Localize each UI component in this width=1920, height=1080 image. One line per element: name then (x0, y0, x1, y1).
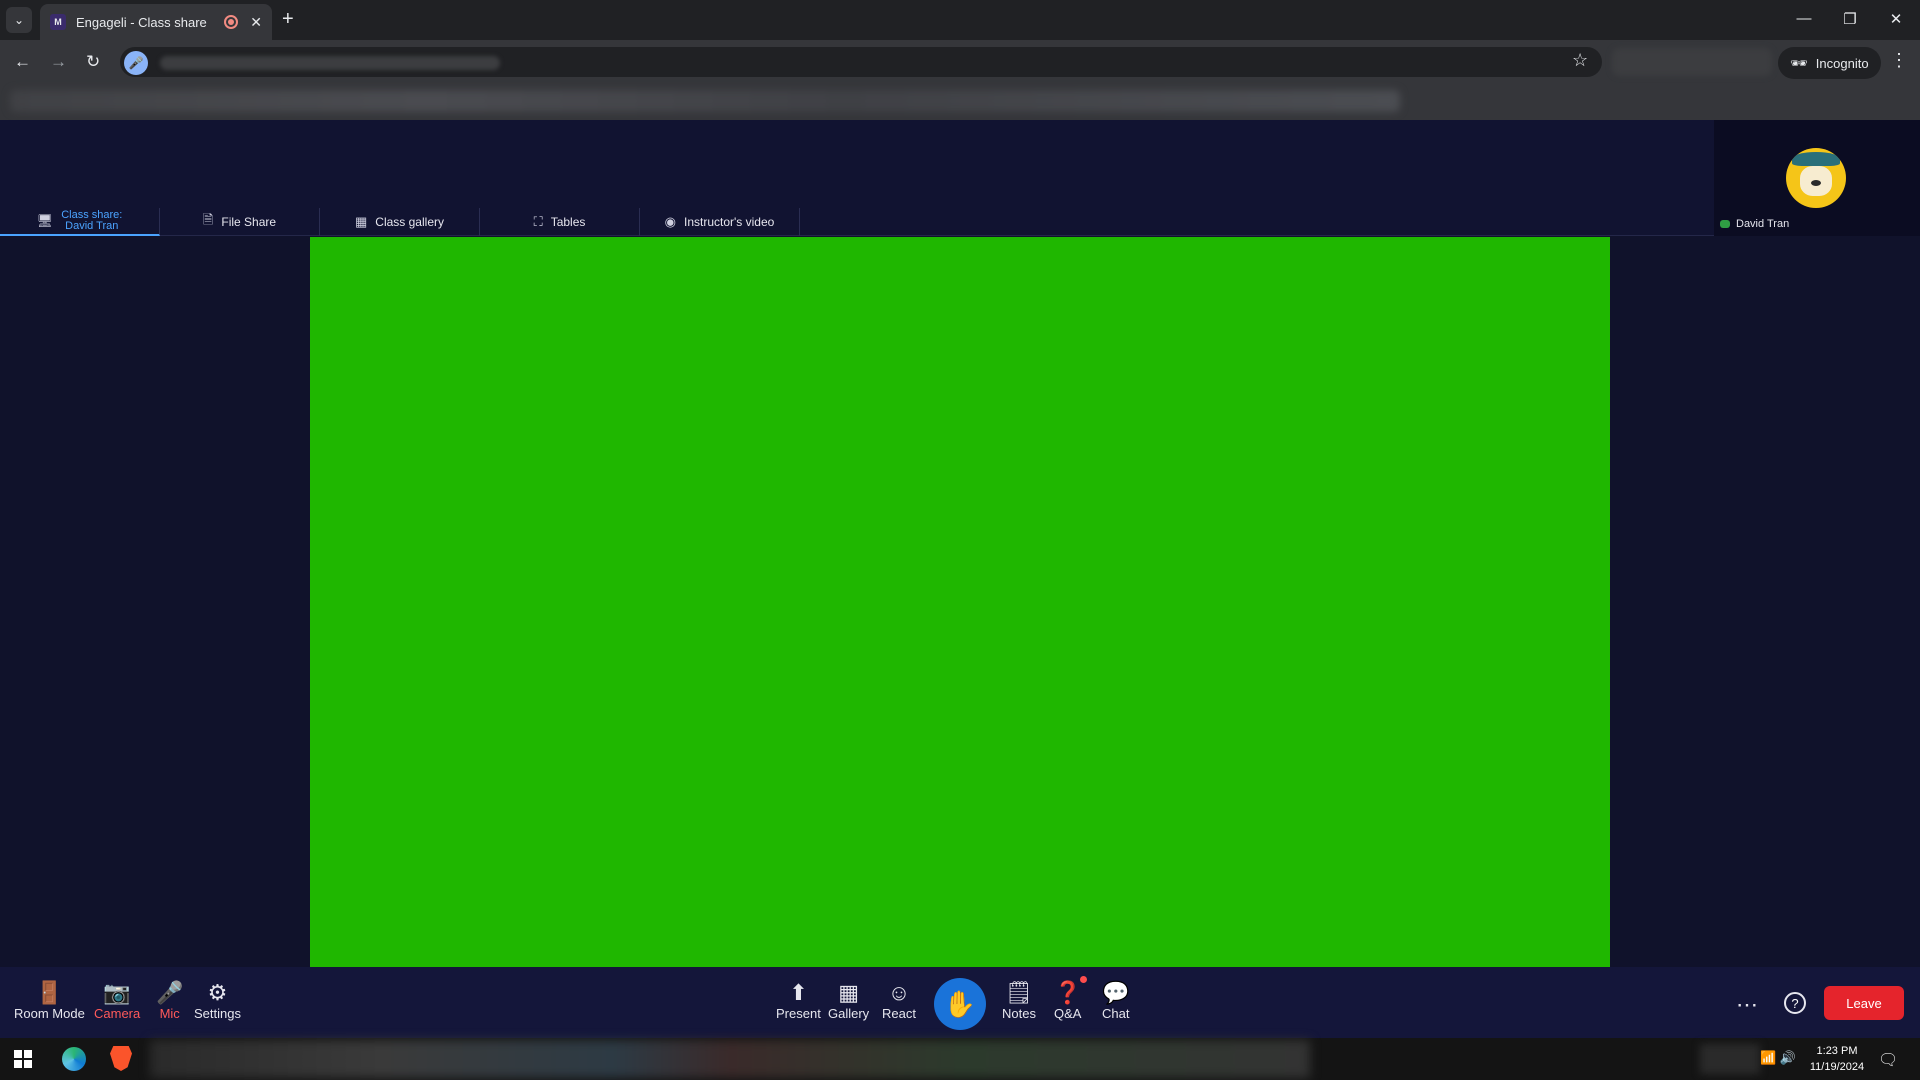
more-options-icon[interactable]: ⋯ (1736, 992, 1758, 1018)
network-volume-icons[interactable]: 📶 🔊 (1760, 1050, 1796, 1066)
minimize-window-icon[interactable]: — (1794, 10, 1814, 27)
notification-center-icon[interactable]: 🗨 (1878, 1050, 1898, 1070)
tab-class-share[interactable]: 🖥 Class share: David Tran (0, 208, 160, 236)
tab-class-gallery-label: Class gallery (375, 215, 444, 229)
expand-icon: ⛶ (533, 214, 543, 229)
tab-class-share-label: Class share: David Tran (61, 210, 122, 232)
notes-label: Notes (1002, 1006, 1036, 1021)
mic-button[interactable]: 🎤 Mic (156, 980, 183, 1021)
avatar (1786, 148, 1846, 208)
close-window-icon[interactable]: ✕ (1886, 10, 1906, 28)
notes-button[interactable]: 🗒 Notes (1002, 980, 1036, 1021)
gallery-button[interactable]: ▦ Gallery (828, 980, 869, 1021)
microphone-in-use-icon[interactable]: 🎤 (124, 51, 148, 75)
back-arrow-icon[interactable]: ← (14, 52, 31, 72)
url-text-redacted (160, 56, 500, 70)
browser-menu-icon[interactable]: ⋮ (1890, 50, 1908, 71)
tab-class-gallery[interactable]: ▦ Class gallery (320, 208, 480, 236)
present-icon: ⬆ (789, 980, 808, 1005)
gear-icon: ⚙ (207, 980, 228, 1005)
qa-notification-dot (1080, 976, 1087, 983)
present-label: Present (776, 1006, 821, 1021)
tab-title: Engageli - Class share (76, 14, 207, 30)
chat-bubble-icon: 💬 (1102, 980, 1130, 1005)
avatar-nose (1811, 180, 1821, 186)
react-button[interactable]: ☺ React (882, 980, 916, 1021)
participant-name-label: David Tran (1736, 218, 1790, 230)
recording-indicator-icon (224, 15, 239, 29)
system-clock[interactable]: 1:23 PM 11/19/2024 (1800, 1043, 1874, 1075)
grid-icon: ▦ (838, 980, 859, 1005)
tab-file-share[interactable]: 🗎 File Share (160, 208, 320, 236)
new-tab-button[interactable]: + (282, 8, 294, 31)
raise-hand-button[interactable]: ✋ (934, 978, 986, 1030)
taskbar-apps-redacted (150, 1040, 1310, 1078)
react-label: React (882, 1006, 916, 1021)
smiley-icon: ☺ (887, 980, 911, 1005)
restore-window-icon[interactable]: ❐ (1840, 10, 1860, 28)
tab-search-chevron-icon[interactable]: ⌄ (6, 7, 32, 33)
chat-label: Chat (1102, 1006, 1130, 1021)
forward-arrow-icon[interactable]: → (50, 52, 67, 72)
tab-tables[interactable]: ⛶ Tables (480, 208, 640, 236)
gallery-label: Gallery (828, 1006, 870, 1021)
room-mode-label: Room Mode (14, 1006, 85, 1021)
tab-instructors-video-label: Instructor's video (684, 215, 775, 229)
shared-screen-content (310, 237, 1610, 967)
present-button[interactable]: ⬆ Present (776, 980, 821, 1021)
tab-close-icon[interactable]: ✕ (250, 14, 262, 31)
mic-label: Mic (159, 1006, 180, 1021)
settings-button[interactable]: ⚙ Settings (194, 980, 241, 1021)
help-icon[interactable]: ? (1784, 992, 1806, 1014)
windows-start-icon[interactable] (14, 1050, 32, 1068)
qa-button[interactable]: ❓ Q&A (1054, 980, 1081, 1021)
avatar-hat (1792, 152, 1840, 166)
question-bubble-icon: ❓ (1054, 980, 1082, 1005)
incognito-indicator[interactable]: 🕶 Incognito (1778, 47, 1881, 79)
video-icon: ◉ (664, 214, 676, 229)
hand-icon: ✋ (943, 988, 977, 1019)
bookmarks-redacted (10, 90, 1400, 112)
app-header (0, 120, 1714, 208)
notes-icon: 🗒 (1005, 980, 1033, 1005)
reload-icon[interactable]: ↻ (86, 52, 100, 72)
settings-label: Settings (194, 1006, 241, 1021)
browser-tab-active[interactable]: M Engageli - Class share ✕ (40, 4, 272, 40)
bookmark-star-icon[interactable]: ☆ (1572, 50, 1588, 71)
screen-share-icon: 🖥 (36, 213, 54, 228)
file-icon: 🗎 (202, 212, 214, 227)
tab-tables-label: Tables (550, 215, 586, 229)
qa-label: Q&A (1054, 1006, 1082, 1021)
incognito-label: Incognito (1815, 55, 1869, 71)
clock-date: 11/19/2024 (1809, 1061, 1865, 1073)
grid-icon: ▦ (355, 214, 368, 229)
door-icon: 🚪 (35, 980, 64, 1005)
clock-time: 1:23 PM (1816, 1045, 1858, 1057)
camera-button[interactable]: 📷 Camera (94, 980, 140, 1021)
incognito-icon: 🕶 (1790, 54, 1808, 71)
edge-browser-icon[interactable] (62, 1047, 86, 1071)
camera-off-icon: 📷 (103, 980, 131, 1005)
tab-file-share-label: File Share (221, 215, 277, 229)
content-tabs: 🖥 Class share: David Tran 🗎 File Share ▦… (0, 208, 1714, 236)
tab-class-share-line2: David Tran (65, 220, 119, 232)
leave-button[interactable]: Leave (1824, 986, 1904, 1020)
audio-level-icon (1720, 220, 1730, 228)
mic-off-icon: 🎤 (156, 980, 184, 1005)
extensions-area-redacted (1612, 48, 1772, 76)
chat-button[interactable]: 💬 Chat (1102, 980, 1129, 1021)
room-mode-button[interactable]: 🚪 Room Mode (14, 980, 85, 1021)
camera-label: Camera (94, 1006, 141, 1021)
tab-instructors-video[interactable]: ◉ Instructor's video (640, 208, 800, 236)
engageli-favicon-icon: M (50, 14, 66, 30)
tray-redacted (1700, 1044, 1760, 1074)
participant-name: David Tran (1720, 218, 1789, 230)
